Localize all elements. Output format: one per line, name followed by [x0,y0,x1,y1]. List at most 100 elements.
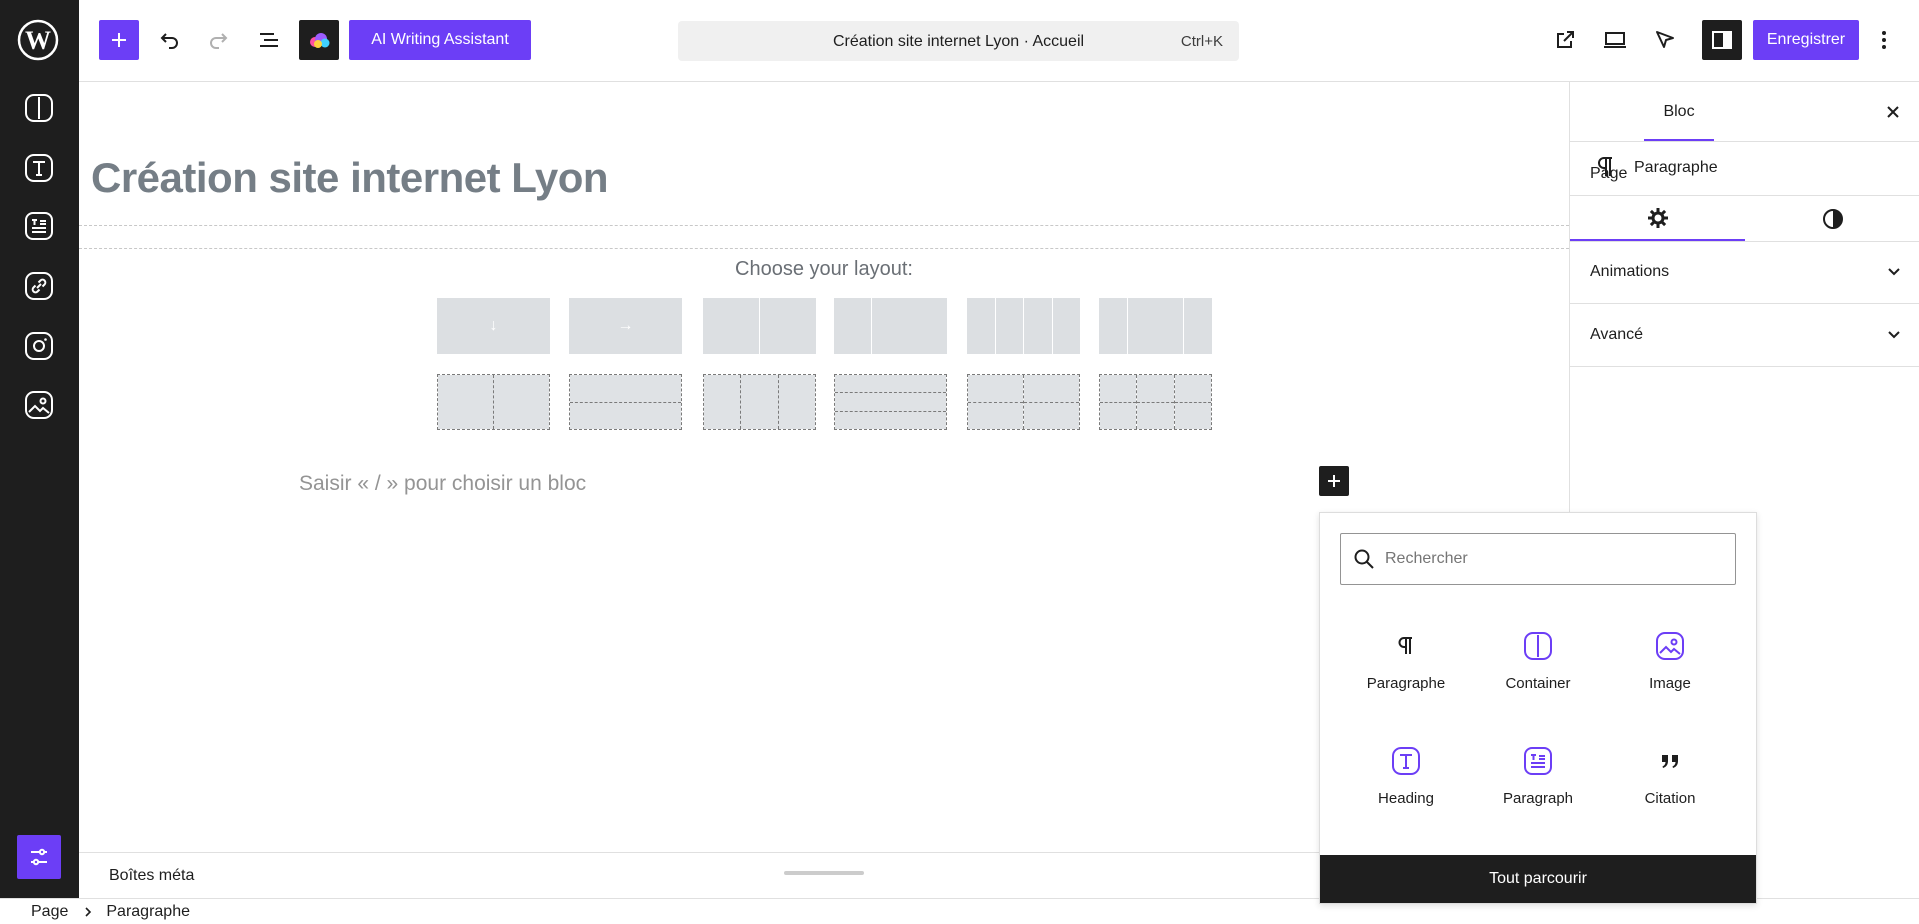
link-icon[interactable] [24,271,54,301]
layout-option-stack-vertical[interactable]: ↓ [437,298,550,354]
sliders-icon[interactable] [17,835,61,879]
settings-panel-button[interactable] [1702,20,1742,60]
panel-advanced-label: Avancé [1590,326,1644,343]
chevron-down-icon [1884,261,1904,281]
ai-cloud-button[interactable] [299,20,339,60]
redo-icon [210,33,228,49]
inserter-item-image[interactable]: Image [1604,613,1736,713]
layout-option-grid-two-rows[interactable] [569,374,682,430]
redo-button[interactable] [199,20,239,60]
layout-label: Choose your layout: [735,258,913,280]
browse-all-button[interactable]: Tout parcourir [1320,855,1756,903]
post-list-icon[interactable] [24,211,54,241]
wordpress-logo-icon[interactable]: W [17,19,59,61]
search-input[interactable] [1385,546,1725,572]
inserter-search [1340,533,1736,585]
inserter-item-label: Paragraph [1502,790,1574,807]
inserter-item-paragraph[interactable]: Paragraph [1472,728,1604,828]
page-title[interactable]: Création site internet Lyon [91,154,609,202]
inserter-item-label: Paragraphe [1366,675,1446,692]
inserter-item-label: Citation [1644,790,1696,807]
inserter-item-container[interactable]: Container [1472,613,1604,713]
layout-option-grid-three[interactable] [703,374,816,430]
styles-button[interactable] [1645,20,1685,60]
list-view-icon [260,33,278,47]
add-block-button[interactable] [99,20,139,60]
layout-option-quarter-half-quarter[interactable] [1099,298,1212,354]
top-toolbar: AI Writing Assistant Création site inter… [79,0,1919,82]
close-sidebar-button[interactable] [1881,100,1905,124]
view-page-button[interactable] [1545,20,1585,60]
layout-option-stack-horizontal[interactable]: → [569,298,682,354]
tab-block[interactable]: Bloc [1644,82,1714,141]
quote-icon [1655,746,1685,776]
instagram-icon[interactable] [24,331,54,361]
inline-add-block-button[interactable] [1319,466,1349,496]
plus-icon [1328,475,1340,487]
inserter-item-label: Container [1505,675,1571,692]
paragraph-block-icon [1523,746,1553,776]
plus-icon [112,33,126,47]
container-icon [1523,631,1553,661]
save-button[interactable]: Enregistrer [1753,20,1859,60]
breadcrumb-paragraph[interactable]: Paragraphe [106,903,190,921]
preview-device-button[interactable] [1595,20,1635,60]
heading-icon[interactable] [24,153,54,183]
title-separator [79,225,1569,249]
arrow-down-icon: ↓ [437,298,550,354]
gear-icon [1647,208,1668,228]
image-icon [1655,631,1685,661]
tab-block-label: Bloc [1663,103,1695,120]
chevron-down-icon [1884,324,1904,344]
block-card-title: Paragraphe [1634,159,1718,176]
quick-inserter: Paragraphe Container Image Heading Parag… [1319,512,1757,904]
ai-writing-assistant-button[interactable]: AI Writing Assistant [349,20,531,60]
layout-option-grid-two[interactable] [437,374,550,430]
inserter-item-paragraphe[interactable]: Paragraphe [1340,613,1472,713]
layout-option-grid-two-by-two[interactable] [967,374,1080,430]
chevron-right-icon [84,906,92,918]
image-icon[interactable] [24,390,54,420]
document-overview-button[interactable] [249,20,289,60]
document-title-bar[interactable]: Création site internet Lyon · Accueil Ct… [678,21,1239,61]
styles-contrast-icon [1822,209,1843,229]
tab-block-styles[interactable] [1745,197,1919,241]
external-link-icon [1557,31,1574,48]
pilcrow-icon [1391,631,1421,661]
layout-option-grid-three-rows[interactable] [834,374,947,430]
block-card: Paragraphe [1570,141,1919,195]
layout-option-four-columns[interactable] [967,298,1080,354]
inserter-item-label: Image [1649,675,1691,692]
more-vertical-icon [1882,31,1886,49]
paragraph-placeholder[interactable]: Saisir « / » pour choisir un bloc [299,472,586,496]
left-sidebar: W [0,0,79,898]
cursor-icon [1656,31,1674,48]
inserter-item-citation[interactable]: Citation [1604,728,1736,828]
close-icon [1887,106,1899,118]
pilcrow-icon [1596,156,1614,178]
divider [1570,195,1919,196]
undo-button[interactable] [149,20,189,60]
inserter-item-label: Heading [1378,790,1434,807]
svg-text:W: W [25,26,51,55]
layout-option-one-third-two-thirds[interactable] [834,298,947,354]
panel-advanced[interactable]: Avancé [1570,305,1919,367]
tab-block-settings[interactable] [1570,197,1745,241]
options-menu-button[interactable] [1869,20,1899,60]
arrow-right-icon: → [569,298,682,354]
undo-icon [160,33,178,49]
search-icon [1353,548,1375,570]
inserter-item-heading[interactable]: Heading [1340,728,1472,828]
breadcrumb-page[interactable]: Page [31,903,68,921]
desktop-icon [1604,32,1626,48]
heading-icon [1391,746,1421,776]
layout-option-two-columns[interactable] [703,298,816,354]
panel-animations-label: Animations [1590,263,1670,280]
document-title: Création site internet Lyon · Accueil [832,33,1085,50]
command-shortcut: Ctrl+K [1180,33,1223,50]
panel-animations[interactable]: Animations [1570,242,1919,304]
layout-option-grid-three-by-two[interactable] [1099,374,1212,430]
columns-icon[interactable] [24,93,54,123]
meta-boxes-toggle[interactable]: Boîtes méta [109,867,194,885]
meta-resize-handle[interactable] [784,871,864,875]
